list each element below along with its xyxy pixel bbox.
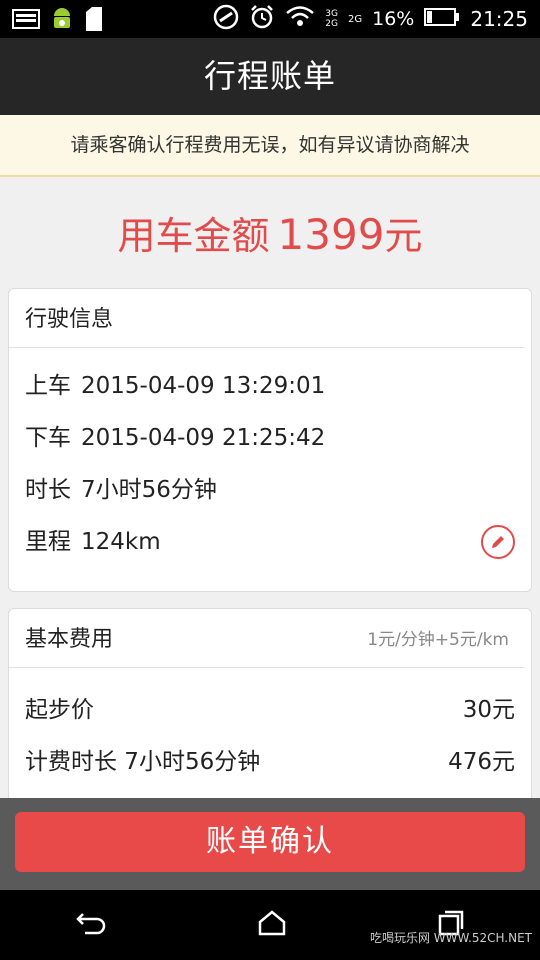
base-fee-title: 基本费用 1元/分钟+5元/km (9, 609, 525, 668)
signal-icon-2g: 2G (348, 13, 363, 25)
confirm-bill-button[interactable]: 账单确认 (15, 812, 525, 872)
row-value: 124km (81, 529, 161, 555)
edit-distance-button[interactable] (481, 525, 515, 559)
row-label: 计费时长 7小时56分钟 (25, 749, 261, 775)
status-bar: 3G 2G 2G 16% 21:25 (0, 0, 540, 38)
alarm-icon (249, 4, 275, 34)
row-value: 476元 (448, 749, 515, 775)
battery-percent: 16% (372, 8, 415, 30)
trip-row-distance: 里程 124km (9, 516, 531, 568)
nav-bar: 吃喝玩乐网 WWW.52CH.NET (0, 890, 540, 960)
fee-row-duration: 计费时长 7小时56分钟 476元 (9, 736, 531, 788)
status-time: 21:25 (470, 7, 528, 31)
total-amount: 用车金额 1399元 (0, 200, 540, 270)
sdcard-icon (84, 6, 104, 36)
row-value: 2015-04-09 13:29:01 (81, 373, 326, 399)
page-title: 行程账单 (0, 38, 540, 115)
trip-info-title: 行驶信息 (9, 289, 525, 348)
signal-icon: 3G 2G (325, 9, 338, 29)
fee-rate: 1元/分钟+5元/km (367, 630, 509, 650)
trip-row-pickup: 上车 2015-04-09 13:29:01 (9, 360, 531, 412)
fee-row-start: 起步价 30元 (9, 684, 531, 736)
amount-value: 1399 (277, 210, 385, 259)
row-label: 里程 (25, 529, 71, 555)
notice-banner: 请乘客确认行程费用无误，如有异议请协商解决 (0, 115, 540, 177)
home-icon[interactable] (257, 909, 287, 941)
pencil-icon (492, 536, 504, 548)
android-icon (50, 6, 74, 36)
base-fee-card: 基本费用 1元/分钟+5元/km 起步价 30元 计费时长 7小时56分钟 47… (8, 608, 532, 810)
row-label: 下车 (25, 425, 71, 451)
row-label: 起步价 (25, 697, 94, 723)
row-label: 时长 (25, 477, 71, 503)
trip-row-dropoff: 下车 2015-04-09 21:25:42 (9, 412, 531, 464)
row-value: 2015-04-09 21:25:42 (81, 425, 326, 451)
row-value: 30元 (462, 697, 515, 723)
gallery-icon (12, 8, 40, 34)
amount-label: 用车金额 (117, 214, 270, 258)
footer-bar: 账单确认 (0, 798, 540, 890)
base-fee-title-text: 基本费用 (25, 627, 114, 652)
battery-icon (424, 7, 460, 31)
row-value: 7小时56分钟 (81, 477, 217, 503)
trip-row-duration: 时长 7小时56分钟 (9, 464, 531, 516)
nfc-icon (213, 4, 239, 34)
watermark-logo: 吃喝玩乐网 WWW.52CH.NET (369, 931, 532, 945)
trip-info-card: 行驶信息 上车 2015-04-09 13:29:01 下车 2015-04-09 … (8, 288, 532, 592)
back-icon[interactable] (75, 910, 107, 940)
amount-unit: 元 (384, 214, 423, 258)
row-label: 上车 (25, 373, 71, 399)
trip-info-title-text: 行驶信息 (25, 307, 114, 332)
wifi-icon (285, 5, 315, 33)
